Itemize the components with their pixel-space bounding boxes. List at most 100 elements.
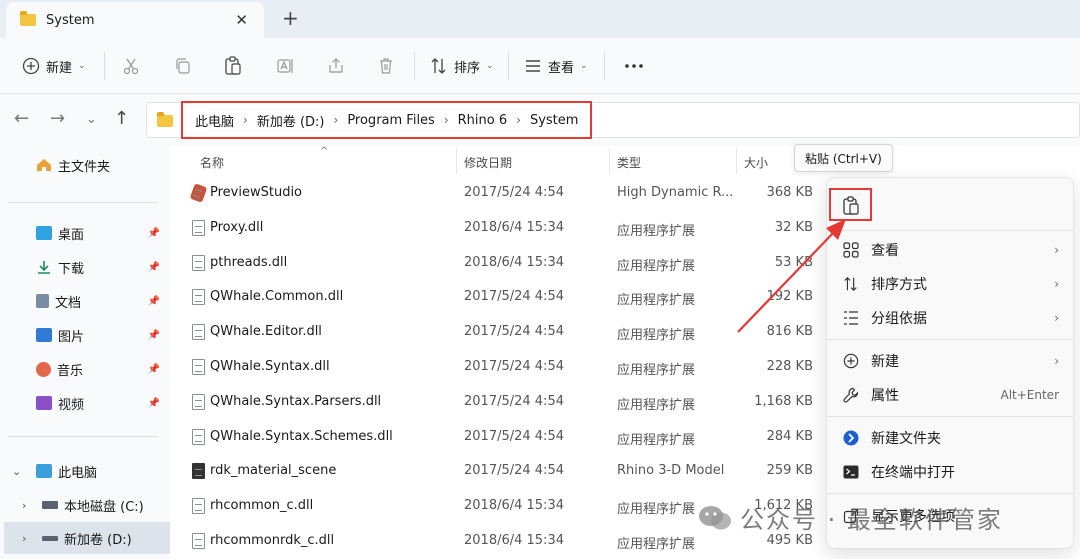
menu-item-sort[interactable]: 排序方式 ›: [827, 268, 1073, 300]
cell-name: rhcommonrdk_c.dll: [210, 533, 335, 548]
more-options-button[interactable]: [624, 38, 644, 94]
pin-icon[interactable]: 📌: [148, 262, 160, 273]
cell-size: 32 KB: [774, 219, 813, 235]
sidebar-item-drive-d[interactable]: › 新加卷 (D:): [4, 522, 170, 554]
cell-date: 2017/5/24 4:54: [464, 428, 564, 444]
chevron-down-icon[interactable]: ⌄: [12, 465, 32, 478]
menu-item-properties[interactable]: 属性 Alt+Enter: [827, 379, 1073, 411]
breadcrumb-item[interactable]: System: [530, 113, 578, 128]
file-icon: [192, 463, 205, 480]
rename-icon: [277, 59, 293, 73]
column-header-type[interactable]: 类型: [617, 154, 641, 171]
menu-item-view[interactable]: 查看 ›: [827, 234, 1073, 266]
sidebar-item-music[interactable]: 音乐 📌: [0, 354, 166, 384]
paste-menu-button[interactable]: [829, 188, 872, 221]
view-button[interactable]: 查看 ⌄: [524, 38, 588, 94]
cell-date: 2017/5/24 4:54: [464, 359, 564, 374]
menu-item-open-terminal[interactable]: 在终端中打开: [827, 456, 1073, 488]
trash-icon: [380, 58, 392, 74]
up-arrow-icon[interactable]: ↑: [114, 108, 129, 129]
menu-item-new-folder[interactable]: 新建文件夹: [827, 422, 1073, 454]
table-row[interactable]: pthreads.dll 2018/6/4 15:34 应用程序扩展 53 KB: [170, 246, 830, 281]
cell-name: QWhale.Syntax.Schemes.dll: [210, 428, 393, 444]
column-header-name[interactable]: 名称: [200, 154, 224, 171]
tab-system[interactable]: System ✕: [6, 2, 264, 38]
share-button[interactable]: [327, 38, 345, 94]
divider: [827, 230, 1073, 231]
menu-item-new[interactable]: 新建 ›: [827, 345, 1073, 377]
chevron-right-icon[interactable]: ›: [22, 532, 42, 545]
column-divider[interactable]: [456, 148, 457, 174]
cell-size: 53 KB: [774, 254, 813, 270]
file-icon: [192, 324, 205, 341]
pin-icon[interactable]: 📌: [148, 330, 160, 341]
sort-icon: [431, 58, 446, 74]
paste-button[interactable]: [224, 38, 242, 94]
sidebar-item-label: 主文件夹: [58, 159, 111, 175]
sidebar-item-this-pc[interactable]: ⌄ 此电脑: [0, 456, 166, 486]
copy-button[interactable]: [174, 38, 192, 94]
breadcrumb: 此电脑 › 新加卷 (D:) › Program Files › Rhino 6…: [181, 101, 593, 139]
cell-name: QWhale.Syntax.dll: [210, 359, 330, 374]
table-row[interactable]: PreviewStudio 2017/5/24 4:54 High Dynamic …: [170, 176, 830, 211]
pin-icon[interactable]: 📌: [148, 364, 160, 375]
close-icon[interactable]: ✕: [235, 11, 248, 29]
new-tab-button[interactable]: +: [282, 6, 299, 30]
pin-icon[interactable]: 📌: [148, 228, 160, 239]
menu-item-group[interactable]: 分组依据 ›: [827, 302, 1073, 334]
file-icon: [192, 289, 205, 306]
pin-icon[interactable]: 📌: [148, 296, 160, 307]
column-divider[interactable]: [609, 148, 610, 174]
sidebar-item-videos[interactable]: 视频 📌: [0, 388, 166, 418]
list-view-icon: [526, 60, 540, 72]
cell-date: 2017/5/24 4:54: [464, 324, 564, 340]
table-row[interactable]: QWhale.Syntax.Schemes.dll 2017/5/24 4:54 应…: [170, 420, 830, 455]
table-row[interactable]: QWhale.Syntax.dll 2017/5/24 4:54 应用程序扩展 228…: [170, 350, 830, 385]
chevron-down-icon: ⌄: [78, 61, 86, 71]
new-button[interactable]: 新建 ⌄: [22, 38, 86, 94]
sidebar-item-drive-c[interactable]: › 本地磁盘 (C:): [0, 490, 166, 520]
sidebar-item-downloads[interactable]: 下载 📌: [0, 252, 166, 282]
chevron-right-icon[interactable]: ›: [22, 499, 42, 512]
cell-date: 2018/6/4 15:34: [464, 533, 564, 548]
sidebar-item-pictures[interactable]: 图片 📌: [0, 320, 166, 350]
cell-date: 2017/5/24 4:54: [464, 289, 564, 305]
table-row[interactable]: rdk_material_scene 2017/5/24 4:54 Rhino 3-…: [170, 454, 830, 489]
column-header-date[interactable]: 修改日期: [464, 154, 512, 171]
breadcrumb-item[interactable]: Program Files: [347, 113, 435, 128]
cut-button[interactable]: [122, 38, 140, 94]
column-divider[interactable]: [736, 148, 737, 174]
address-bar[interactable]: 此电脑 › 新加卷 (D:) › Program Files › Rhino 6…: [146, 101, 1080, 139]
pin-icon[interactable]: 📌: [148, 398, 160, 409]
breadcrumb-item[interactable]: Rhino 6: [458, 113, 507, 128]
back-arrow-icon[interactable]: ←: [14, 108, 29, 129]
table-row[interactable]: Proxy.dll 2018/6/4 15:34 应用程序扩展 32 KB: [170, 211, 830, 246]
chevron-down-icon: ⌄: [486, 61, 494, 71]
breadcrumb-item[interactable]: 此电脑: [195, 111, 234, 130]
table-row[interactable]: QWhale.Common.dll 2017/5/24 4:54 应用程序扩展 192…: [170, 280, 830, 315]
table-row[interactable]: QWhale.Editor.dll 2017/5/24 4:54 应用程序扩展 816…: [170, 315, 830, 350]
sidebar-item-home[interactable]: 主文件夹: [0, 150, 166, 180]
sidebar-item-label: 桌面: [58, 227, 85, 243]
menu-item-label: 查看: [871, 243, 899, 259]
breadcrumb-item[interactable]: 新加卷 (D:): [257, 111, 325, 130]
watermark-text: 公众号 · 最全软件管家: [740, 506, 1003, 534]
cell-type: 应用程序扩展: [617, 502, 696, 518]
menu-item-label: 新建文件夹: [871, 431, 941, 447]
forward-arrow-icon[interactable]: →: [50, 108, 65, 129]
folder-icon: [157, 112, 173, 127]
table-row[interactable]: QWhale.Syntax.Parsers.dll 2017/5/24 4:54 应…: [170, 385, 830, 420]
delete-button[interactable]: [377, 38, 395, 94]
column-header-row: 名称 ^ 修改日期 类型 大小: [170, 146, 1080, 176]
rename-button[interactable]: [276, 38, 294, 94]
column-header-size[interactable]: 大小: [744, 154, 768, 171]
recent-chevron-icon[interactable]: ⌄: [86, 112, 97, 127]
copy-icon: [176, 58, 190, 74]
sidebar-item-documents[interactable]: 文档 📌: [0, 286, 166, 316]
sidebar-item-desktop[interactable]: 桌面 📌: [0, 218, 166, 248]
cell-name: QWhale.Syntax.Parsers.dll: [210, 393, 382, 409]
watermark: 公众号 · 最全软件管家: [698, 500, 1003, 535]
sort-ascending-icon: ^: [320, 146, 329, 157]
cell-type: 应用程序扩展: [617, 432, 696, 448]
sort-button[interactable]: 排序 ⌄: [430, 38, 494, 94]
